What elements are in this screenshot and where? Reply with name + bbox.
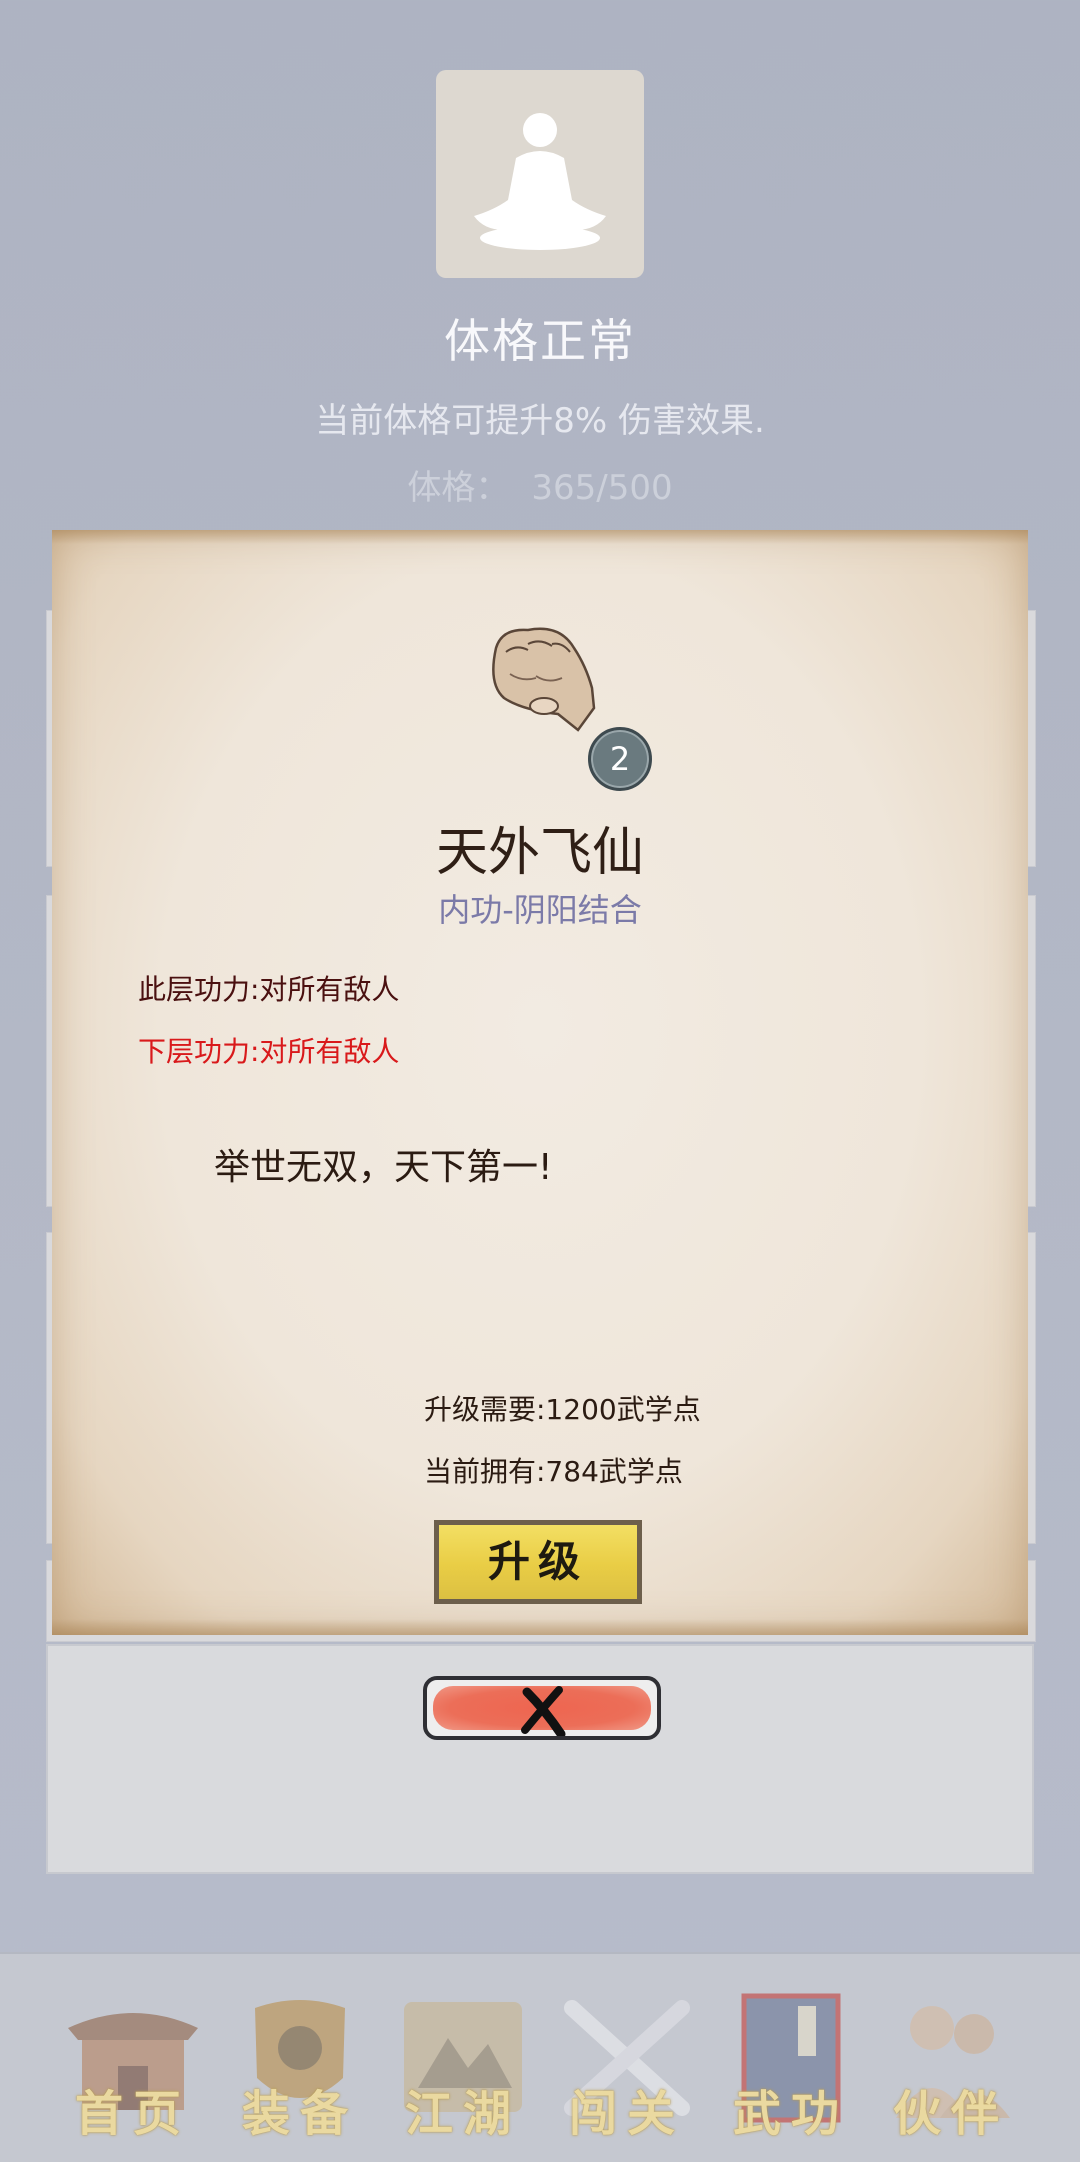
nav-item-challenge[interactable]: 闯关	[552, 1988, 702, 2142]
physique-status: 体格正常	[444, 314, 636, 368]
nav-label: 首页	[74, 2086, 191, 2142]
nav-item-home[interactable]: 首页	[58, 1988, 208, 2142]
nav-label: 江湖	[404, 2086, 521, 2142]
nav-label: 装备	[241, 2086, 358, 2142]
nav-item-companions[interactable]: 伙伴	[876, 1988, 1026, 2142]
physique-value: 365/500	[531, 468, 673, 508]
upgrade-button[interactable]: 升级	[434, 1520, 642, 1604]
close-panel	[46, 1644, 1034, 1874]
skill-type: 内功-阴阳结合	[438, 891, 642, 929]
skill-name: 天外飞仙	[435, 823, 644, 883]
physique-stat: 体格： 365/500	[0, 460, 1080, 509]
physique-label: 体格：	[407, 468, 510, 508]
upgrade-cost: 升级需要:1200武学点	[424, 1393, 701, 1426]
close-button[interactable]	[423, 1676, 661, 1740]
current-points: 当前拥有:784武学点	[424, 1455, 683, 1488]
skill-level-badge: 2	[588, 727, 652, 791]
nav-item-equipment[interactable]: 装备	[225, 1988, 375, 2142]
next-layer-effect: 下层功力:对所有敌人	[138, 1035, 400, 1068]
nav-label: 闯关	[568, 2086, 685, 2142]
fist-icon	[492, 627, 596, 732]
nav-label: 伙伴	[892, 2086, 1009, 2142]
nav-item-martial-arts[interactable]: 武功	[716, 1988, 866, 2142]
skill-detail-scroll: 2 天外飞仙 内功-阴阳结合 此层功力:对所有敌人 下层功力:对所有敌人 举世无…	[52, 530, 1028, 1635]
close-x-icon	[521, 1686, 566, 1736]
meditation-icon	[474, 113, 606, 250]
bottom-nav: 首页 装备 江湖 闯关 武功 伙伴	[0, 1952, 1080, 2162]
skill-motto: 举世无双，天下第一!	[214, 1147, 553, 1188]
nav-label: 武功	[732, 2086, 849, 2142]
scroll-edge	[52, 1619, 1028, 1635]
nav-item-jianghu[interactable]: 江湖	[388, 1988, 538, 2142]
physique-avatar	[436, 70, 644, 278]
scroll-edge	[52, 530, 1028, 544]
this-layer-effect: 此层功力:对所有敌人	[138, 973, 400, 1006]
physique-description: 当前体格可提升8% 伤害效果.	[315, 401, 765, 441]
